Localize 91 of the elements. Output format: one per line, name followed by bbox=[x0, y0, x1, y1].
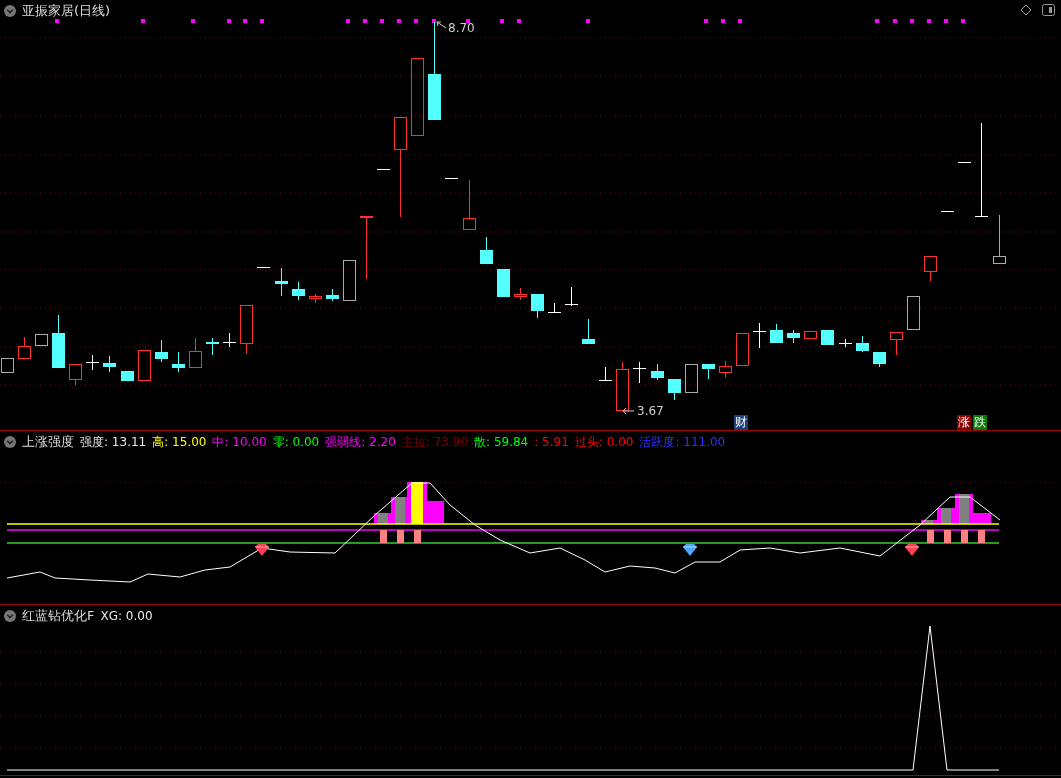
histogram-bar bbox=[927, 530, 934, 543]
candlestick bbox=[616, 361, 629, 411]
candlestick bbox=[890, 332, 903, 356]
candlestick bbox=[35, 334, 48, 346]
candlestick bbox=[222, 332, 237, 348]
candlestick bbox=[463, 179, 476, 230]
candlestick bbox=[685, 364, 698, 393]
candlestick bbox=[360, 216, 373, 280]
candlestick bbox=[103, 355, 116, 373]
candlestick bbox=[770, 323, 783, 343]
candlestick bbox=[838, 338, 853, 348]
pointer-arrow bbox=[436, 21, 447, 29]
candlestick bbox=[993, 214, 1006, 264]
legend-value: 强弱线: 2.20 bbox=[325, 433, 396, 451]
histogram-bar bbox=[397, 530, 404, 543]
histogram-bar bbox=[978, 530, 985, 543]
candlestick bbox=[189, 337, 202, 368]
candlestick bbox=[752, 322, 767, 349]
candlestick bbox=[18, 336, 31, 359]
candlestick bbox=[598, 366, 613, 382]
diamond-icon bbox=[682, 544, 698, 556]
legend-value: 高: 15.00 bbox=[152, 433, 207, 451]
candlestick bbox=[240, 305, 253, 355]
chart-title: 亚振家居(日线) bbox=[22, 2, 111, 20]
candlestick bbox=[957, 162, 972, 163]
legend-value: 零: 0.00 bbox=[272, 433, 320, 451]
candlestick bbox=[69, 364, 82, 386]
candlestick bbox=[651, 363, 664, 381]
price-label: 8.70 bbox=[448, 21, 475, 35]
candlestick bbox=[292, 281, 305, 301]
candlestick bbox=[787, 329, 800, 344]
candlestick bbox=[668, 379, 681, 401]
legend-value: 过头: 0.00 bbox=[574, 433, 634, 451]
candlestick bbox=[138, 350, 151, 381]
candlestick bbox=[52, 314, 65, 368]
panel-toggle-icon[interactable] bbox=[1042, 4, 1055, 16]
event-marker[interactable]: 跌 bbox=[973, 415, 987, 430]
candlestick bbox=[444, 178, 459, 179]
legend-value: : 5.91 bbox=[534, 435, 569, 449]
event-marker[interactable]: 财 bbox=[734, 415, 748, 430]
event-marker[interactable]: 涨 bbox=[957, 415, 971, 430]
legend-value: 主拉: 73.90 bbox=[401, 433, 469, 451]
candlestick bbox=[480, 236, 493, 264]
legend-value: 活跃度: 111.00 bbox=[639, 433, 726, 451]
diamond-icon[interactable] bbox=[1020, 4, 1032, 16]
candlestick bbox=[856, 335, 869, 353]
candlestick bbox=[309, 293, 322, 304]
chevron-down-icon[interactable] bbox=[4, 5, 16, 17]
candlestick bbox=[564, 286, 579, 307]
candlestick bbox=[821, 330, 834, 345]
candlestick bbox=[531, 294, 544, 319]
price-label: 3.67 bbox=[637, 404, 664, 418]
histogram-bar bbox=[961, 530, 968, 543]
chevron-down-icon[interactable] bbox=[4, 436, 16, 448]
legend-value: 强度: 13.11 bbox=[80, 433, 147, 451]
chart-title: 上涨强度 bbox=[22, 433, 74, 451]
legend-value: 中: 10.00 bbox=[212, 433, 267, 451]
histogram-bar bbox=[380, 530, 387, 543]
candlestick bbox=[121, 371, 134, 381]
histogram-bar bbox=[414, 530, 421, 543]
diamond-icon bbox=[904, 544, 920, 556]
candlestick bbox=[804, 331, 817, 339]
candlestick bbox=[172, 351, 185, 373]
candlestick bbox=[343, 260, 356, 301]
candlestick bbox=[514, 287, 527, 301]
diamond-icon bbox=[254, 544, 270, 556]
chart-title: 红蓝钻优化F bbox=[22, 607, 95, 625]
candlestick bbox=[702, 364, 715, 380]
legend-value: XG: 0.00 bbox=[100, 609, 153, 623]
candlestick bbox=[940, 211, 955, 212]
candlestick bbox=[873, 352, 886, 368]
pointer-arrow bbox=[622, 407, 635, 415]
candlestick bbox=[1, 358, 14, 373]
candlestick bbox=[719, 360, 732, 379]
candlestick bbox=[256, 267, 271, 268]
candlestick bbox=[907, 296, 920, 330]
histogram-bar bbox=[944, 530, 951, 543]
candlestick bbox=[206, 337, 219, 356]
candlestick bbox=[632, 361, 647, 384]
candlestick bbox=[736, 333, 749, 366]
candlestick bbox=[85, 354, 100, 371]
candlestick bbox=[376, 169, 391, 170]
candlestick bbox=[582, 318, 595, 344]
candlestick bbox=[155, 339, 168, 363]
candlestick bbox=[497, 269, 510, 297]
candlestick bbox=[275, 267, 288, 297]
candlestick bbox=[326, 288, 339, 302]
candlestick bbox=[547, 302, 562, 314]
legend-value: 散: 59.84 bbox=[474, 433, 529, 451]
candlestick bbox=[924, 256, 937, 282]
chevron-down-icon[interactable] bbox=[4, 610, 16, 622]
